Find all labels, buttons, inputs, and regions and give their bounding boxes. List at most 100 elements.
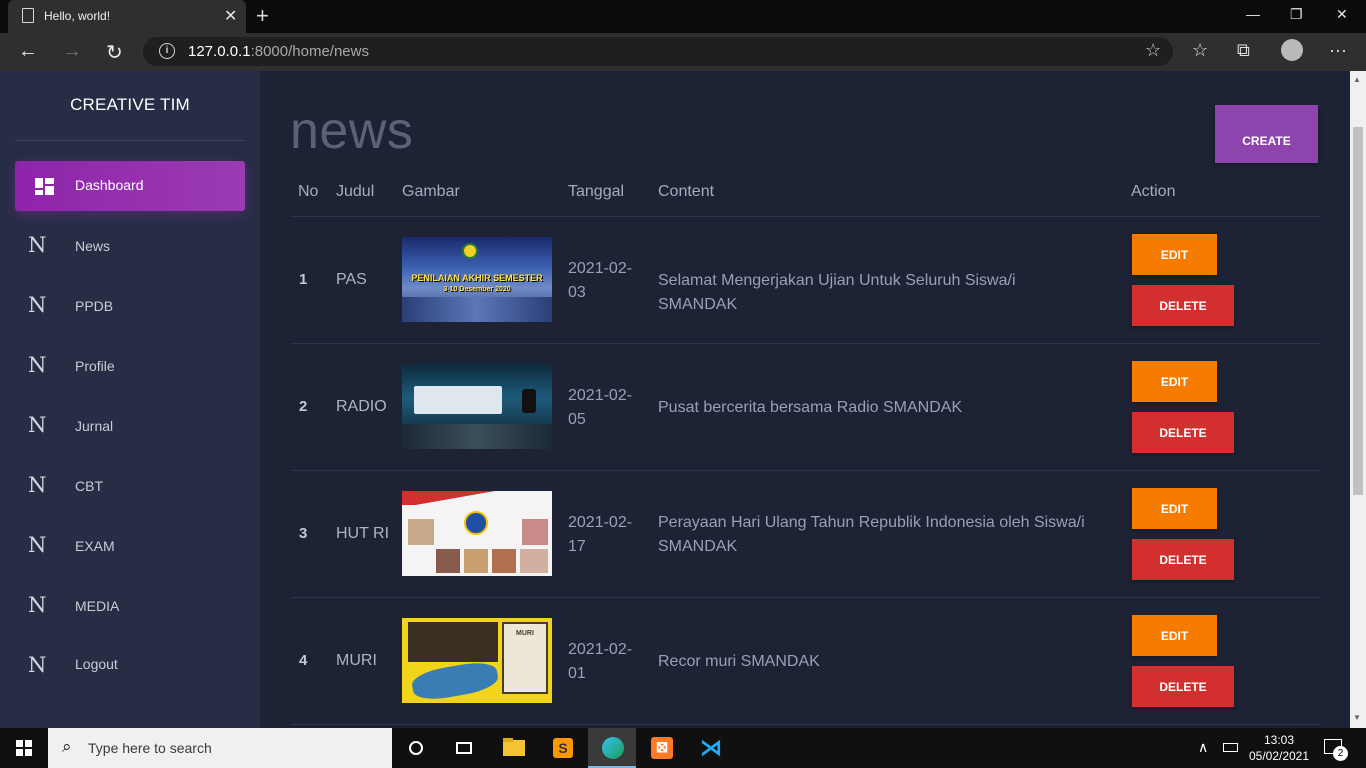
create-button[interactable]: CREATE (1215, 105, 1318, 163)
info-icon[interactable]: i (159, 43, 175, 59)
edit-button[interactable]: EDIT (1132, 615, 1217, 656)
sidebar-item-jurnal[interactable]: N Jurnal (15, 411, 245, 451)
sidebar-item-label: Profile (75, 358, 115, 374)
delete-button[interactable]: DELETE (1132, 412, 1234, 453)
sidebar-item-news[interactable]: N News (15, 231, 245, 271)
scroll-up-icon[interactable]: ▲ (1353, 75, 1361, 84)
delete-button[interactable]: DELETE (1132, 539, 1234, 580)
sidebar-item-label: EXAM (75, 538, 115, 554)
n-icon: N (28, 473, 47, 497)
notification-count-badge: 2 (1333, 746, 1348, 761)
system-clock[interactable]: 13:03 05/02/2021 (1248, 732, 1310, 764)
sidebar-item-label: Logout (75, 656, 118, 672)
row-tanggal: 2021-02-01 (568, 641, 633, 682)
row-judul: RADIO (336, 398, 387, 415)
windows-start-icon[interactable] (16, 740, 32, 756)
collections-icon[interactable]: ⧉ (1237, 40, 1250, 61)
row-number: 4 (299, 652, 308, 669)
browser-tab[interactable]: Hello, world! ✕ (8, 0, 246, 33)
sidebar-item-label: MEDIA (75, 598, 120, 614)
cortana-icon[interactable] (392, 728, 440, 768)
sidebar-item-label: News (75, 238, 111, 254)
row-number: 2 (299, 398, 308, 415)
taskbar-search-input[interactable]: ⌕ Type here to search (48, 728, 392, 768)
clock-date: 05/02/2021 (1248, 749, 1310, 763)
sidebar-item-cbt[interactable]: N CBT (15, 471, 245, 511)
sublime-text-icon[interactable]: S (538, 728, 586, 768)
sidebar-item-label: CBT (75, 478, 103, 494)
brand-logo-text[interactable]: CREATIVE TIM (15, 95, 245, 115)
n-icon: N (28, 413, 47, 437)
show-hidden-icons-icon[interactable]: ∧ (1198, 739, 1208, 756)
news-image (402, 491, 552, 576)
vscode-icon[interactable]: ⋊ (686, 728, 734, 768)
row-tanggal: 2021-02-03 (568, 260, 633, 301)
row-tanggal: 2021-02-05 (568, 387, 633, 428)
table-row: 2 RADIO 2021-02-05 Pusat bercerita bersa… (291, 344, 1320, 471)
new-tab-icon[interactable]: + (256, 3, 269, 29)
row-number: 3 (299, 525, 308, 542)
divider (291, 724, 1320, 725)
sidebar: CREATIVE TIM Dashboard N News N PPDB N P… (0, 71, 260, 728)
edit-button[interactable]: EDIT (1132, 361, 1217, 402)
row-judul: HUT RI (336, 525, 390, 542)
delete-button[interactable]: DELETE (1132, 285, 1234, 326)
column-header-tanggal: Tanggal (568, 183, 625, 200)
sidebar-item-label: Jurnal (75, 418, 114, 434)
scroll-thumb[interactable] (1353, 127, 1363, 495)
forward-icon[interactable]: → (62, 40, 82, 63)
browser-tab-bar: Hello, world! ✕ + — ❐ ✕ (0, 0, 1366, 33)
edge-browser-icon[interactable] (588, 728, 636, 768)
image-subcaption: 3-10 Desember 2020 (443, 286, 511, 293)
sidebar-item-dashboard[interactable]: Dashboard (15, 161, 245, 211)
search-placeholder: Type here to search (88, 740, 212, 756)
table-row: 3 HUT RI 2021-02-17 Perayaan Hari Ulang … (291, 471, 1320, 598)
vertical-scrollbar[interactable]: ▲ ▼ (1350, 71, 1366, 728)
file-explorer-icon[interactable] (489, 728, 537, 768)
delete-button[interactable]: DELETE (1132, 666, 1234, 707)
image-caption: MURI (516, 630, 534, 637)
news-image (402, 364, 552, 449)
favorites-icon[interactable]: ☆ (1192, 40, 1208, 61)
battery-icon[interactable] (1223, 743, 1238, 752)
task-view-icon[interactable] (440, 728, 488, 768)
divider (15, 140, 245, 141)
sidebar-item-ppdb[interactable]: N PPDB (15, 291, 245, 331)
column-header-no: No (298, 183, 319, 200)
more-menu-icon[interactable]: ··· (1329, 40, 1347, 61)
row-judul: PAS (336, 271, 367, 288)
news-image: PENILAIAN AKHIR SEMESTER 3-10 Desember 2… (402, 237, 552, 322)
favorite-star-icon[interactable]: ☆ (1145, 40, 1161, 61)
window-close-icon[interactable]: ✕ (1336, 6, 1348, 23)
edit-button[interactable]: EDIT (1132, 488, 1217, 529)
minimize-icon[interactable]: — (1246, 6, 1260, 22)
column-header-gambar: Gambar (402, 183, 460, 200)
table-row: 1 PAS PENILAIAN AKHIR SEMESTER 3-10 Dese… (291, 217, 1320, 344)
image-caption: PENILAIAN AKHIR SEMESTER (411, 273, 543, 283)
n-icon: N (28, 353, 47, 377)
sidebar-item-label: Dashboard (75, 177, 144, 193)
close-tab-icon[interactable]: ✕ (224, 6, 237, 26)
xampp-icon[interactable]: ⊠ (637, 728, 685, 768)
column-header-content: Content (658, 183, 715, 200)
column-header-judul: Judul (336, 183, 375, 200)
row-number: 1 (299, 271, 308, 288)
table-row: 4 MURI MURI 2021-02-01 Recor muri SMANDA… (291, 598, 1320, 725)
news-image: MURI (402, 618, 552, 703)
row-content: Recor muri SMANDAK (658, 653, 820, 670)
edit-button[interactable]: EDIT (1132, 234, 1217, 275)
page-content: CREATIVE TIM Dashboard N News N PPDB N P… (0, 71, 1350, 728)
back-icon[interactable]: ← (18, 40, 38, 63)
sidebar-item-label: PPDB (75, 298, 114, 314)
scroll-down-icon[interactable]: ▼ (1353, 713, 1361, 722)
row-tanggal: 2021-02-17 (568, 514, 633, 555)
sidebar-item-logout[interactable]: N Logout (15, 649, 245, 689)
url-field[interactable]: i 127.0.0.1:8000/home/news ☆ (143, 37, 1173, 66)
refresh-icon[interactable]: ↻ (106, 40, 123, 65)
sidebar-item-media[interactable]: N MEDIA (15, 591, 245, 631)
page-icon (22, 8, 34, 23)
profile-avatar[interactable] (1281, 39, 1303, 61)
sidebar-item-exam[interactable]: N EXAM (15, 531, 245, 571)
sidebar-item-profile[interactable]: N Profile (15, 351, 245, 391)
restore-icon[interactable]: ❐ (1290, 6, 1303, 23)
